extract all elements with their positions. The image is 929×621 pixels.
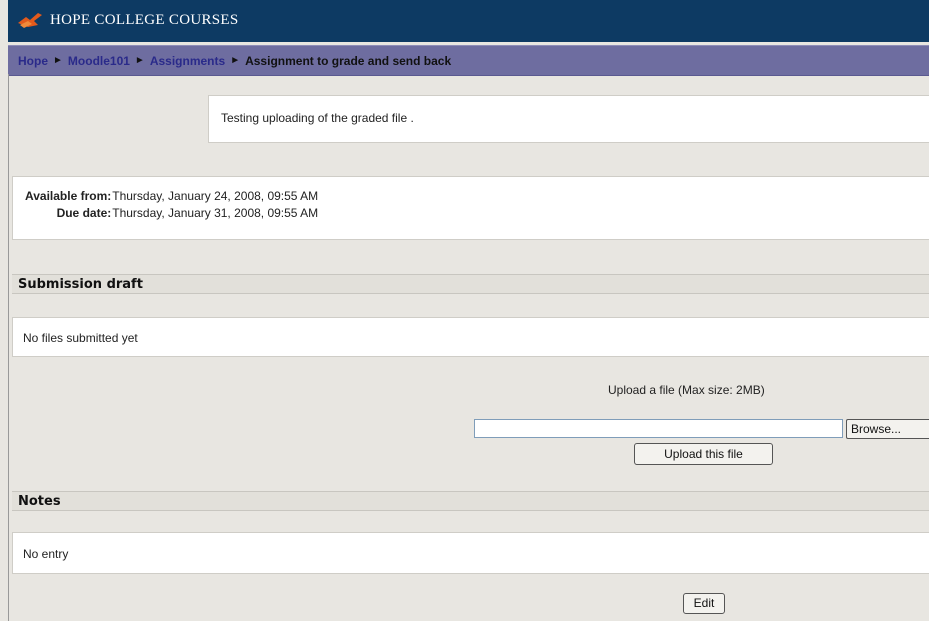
submission-draft-heading: Submission draft [12,274,929,294]
available-label: Available from: [25,189,112,203]
file-path-input[interactable] [474,419,843,438]
notes-entry: No entry [23,547,69,561]
breadcrumb-separator-icon: ► [53,55,63,66]
breadcrumb-separator-icon: ► [134,55,145,66]
breadcrumb: Hope ► Moodle101 ► Assignments ► Assignm… [8,54,451,68]
upload-file-button[interactable]: Upload this file [634,443,773,465]
browse-button[interactable]: Browse... [846,419,929,439]
breadcrumb-current: Assignment to grade and send back [245,53,452,68]
breadcrumb-hope-link[interactable]: Hope [18,54,48,68]
hope-college-anchor-icon [18,13,42,28]
due-label: Due date: [56,206,112,220]
site-header: HOPE COLLEGE COURSES [8,0,929,42]
due-row: Due date: Thursday, January 31, 2008, 09… [25,206,319,223]
dates-table: Available from: Thursday, January 24, 20… [25,189,318,223]
site-logo[interactable]: HOPE COLLEGE COURSES [16,8,239,32]
breadcrumb-assignments-link[interactable]: Assignments [150,54,225,68]
assignment-description-box: Testing uploading of the graded file . [208,95,929,143]
assignment-description: Testing uploading of the graded file . [221,111,414,125]
available-row: Available from: Thursday, January 24, 20… [25,189,318,206]
edit-notes-button[interactable]: Edit [683,593,725,614]
site-name: HOPE COLLEGE COURSES [50,11,239,28]
submission-status: No files submitted yet [23,331,138,345]
notes-box: No entry [12,532,929,574]
breadcrumb-course-link[interactable]: Moodle101 [68,54,130,68]
breadcrumb-separator-icon: ► [230,55,241,66]
upload-label: Upload a file (Max size: 2MB) [608,383,765,397]
assignment-page: HOPE COLLEGE COURSES Hope ► Moodle101 ► … [0,0,929,621]
due-value: Thursday, January 31, 2008, 09:55 AM [112,206,319,220]
notes-heading: Notes [12,491,929,511]
dates-box: Available from: Thursday, January 24, 20… [12,176,929,240]
available-value: Thursday, January 24, 2008, 09:55 AM [112,189,319,203]
breadcrumb-bar: Hope ► Moodle101 ► Assignments ► Assignm… [8,45,929,76]
submission-files-box: No files submitted yet [12,317,929,357]
page-left-border [8,74,9,621]
